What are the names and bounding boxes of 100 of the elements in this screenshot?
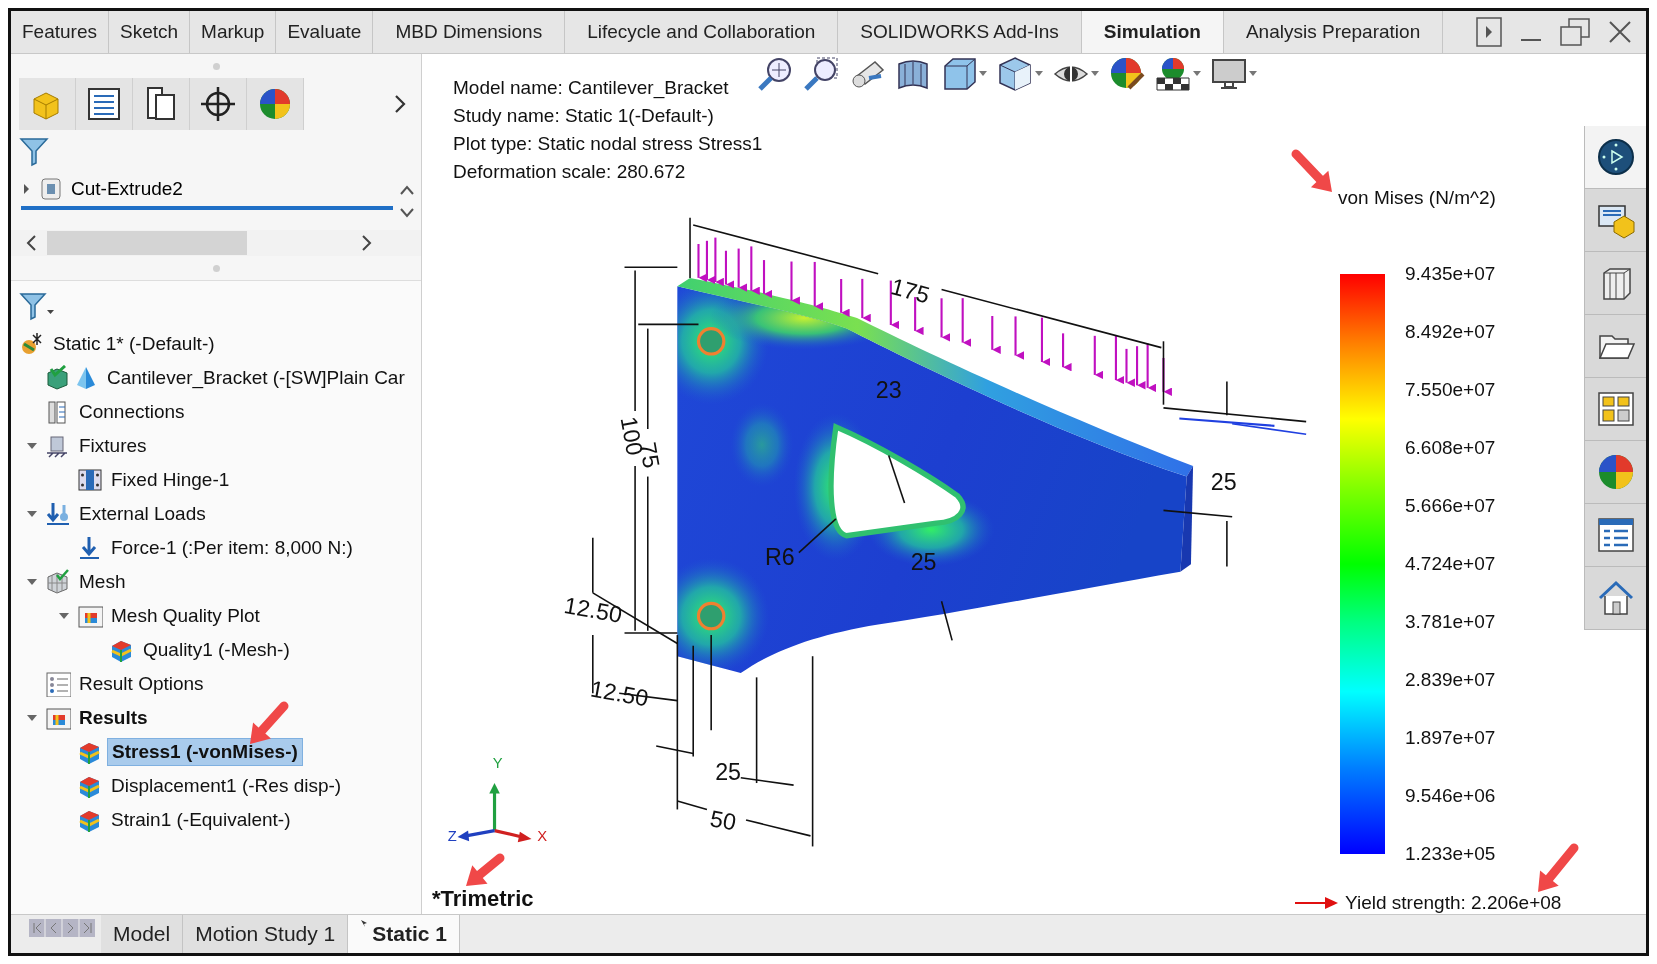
view-palette-icon	[1595, 389, 1636, 429]
scene-icon[interactable]	[1155, 56, 1191, 92]
dimension-label[interactable]: 25	[1210, 469, 1237, 496]
view-orientation-label: *Trimetric	[432, 886, 534, 912]
panel-tab[interactable]	[190, 78, 247, 130]
axis-label: Y	[492, 754, 503, 771]
scroll-right-icon[interactable]	[361, 234, 373, 252]
scrollbar-thumb[interactable]	[47, 231, 247, 255]
filter-icon[interactable]	[19, 135, 49, 167]
axis-label: X	[537, 827, 547, 844]
tree-item[interactable]: Fixtures	[75, 433, 151, 459]
scroll-up-icon[interactable]	[399, 183, 415, 196]
tree-item[interactable]: Fixed Hinge-1	[107, 467, 234, 493]
display-style-icon[interactable]	[997, 56, 1033, 92]
feature-label[interactable]: Cut-Extrude2	[71, 178, 183, 200]
dropdown-caret-icon[interactable]	[1193, 71, 1201, 77]
panel-tab[interactable]	[76, 78, 133, 130]
tree-item[interactable]: Strain1 (-Equivalent-)	[107, 807, 295, 833]
tree-item[interactable]: Static 1* (-Default-)	[49, 331, 219, 357]
task-pane-tab[interactable]	[1584, 504, 1646, 567]
axis-label: Z	[447, 827, 457, 844]
legend-value: 1.233e+05	[1405, 842, 1496, 866]
plot-info-text: Model name: Cantilever_Bracket	[453, 76, 730, 101]
restore-icon[interactable]	[1560, 18, 1590, 46]
list-icon	[85, 85, 123, 123]
hinge-icon	[77, 467, 103, 493]
tree-item[interactable]: Connections	[75, 399, 189, 425]
load-icon	[45, 501, 71, 527]
axis-triad-icon[interactable]	[457, 783, 532, 843]
close-icon[interactable]	[1608, 20, 1632, 44]
legend-value: 7.550e+07	[1405, 378, 1496, 402]
legend-value: 4.724e+07	[1405, 552, 1496, 576]
crosshair-icon	[199, 85, 237, 123]
tree-item[interactable]: Stress1 (-vonMises-)	[107, 738, 303, 766]
extrude-feature-icon	[39, 176, 63, 202]
task-pane-tab[interactable]	[1584, 315, 1646, 378]
tree-item[interactable]: Results	[75, 705, 152, 731]
annotation-arrow	[250, 701, 289, 744]
legend-value: 6.608e+07	[1405, 436, 1496, 460]
annotation-arrow	[466, 853, 505, 886]
edit-appearance-icon[interactable]	[1109, 56, 1145, 92]
legend-value: 9.435e+07	[1405, 262, 1496, 286]
tree-item[interactable]: Force-1 (:Per item: 8,000 N:)	[107, 535, 357, 561]
legend-value: 9.546e+06	[1405, 784, 1496, 808]
options-list-icon	[45, 671, 71, 697]
dropdown-caret-icon[interactable]	[1035, 71, 1043, 77]
legend-value: 1.897e+07	[1405, 726, 1496, 750]
monitor-icon[interactable]	[1211, 56, 1247, 92]
view-orientation-icon[interactable]	[941, 56, 977, 92]
panel-tab[interactable]	[133, 78, 190, 130]
plot-folder-icon	[77, 603, 103, 629]
legend-value: 5.666e+07	[1405, 494, 1496, 518]
plot-info-text: Study name: Static 1(-Default-)	[453, 104, 715, 128]
yield-marker-arrow-icon	[1295, 895, 1339, 911]
legend-value: 3.781e+07	[1405, 610, 1496, 634]
chevron-right-icon[interactable]	[393, 93, 407, 115]
dimension-label[interactable]: 25	[715, 758, 741, 785]
tree-item[interactable]: Cantilever_Bracket (-[SW]Plain Car	[103, 365, 409, 391]
legend-value: 8.492e+07	[1405, 320, 1496, 344]
dropdown-caret-icon[interactable]	[1091, 71, 1099, 77]
task-pane-tab[interactable]	[1584, 567, 1646, 630]
legend-value: 2.839e+07	[1405, 668, 1496, 692]
annotation-arrow	[1538, 843, 1579, 892]
expand-icon[interactable]	[21, 183, 31, 195]
annotation-arrow	[1291, 149, 1332, 192]
panel-toggle-icon[interactable]	[1476, 17, 1502, 47]
globe-icon	[1595, 137, 1636, 177]
task-pane-tab[interactable]	[1584, 126, 1646, 189]
tree-item[interactable]: Mesh	[75, 569, 130, 595]
dimension-label[interactable]: 175	[888, 273, 933, 309]
plot-info-text: Deformation scale: 280.672	[453, 160, 687, 184]
zoom-area-icon[interactable]	[803, 56, 839, 92]
study-tab[interactable]: Model	[101, 915, 184, 953]
dimension-label[interactable]: 50	[708, 805, 739, 836]
yield-strength-label: Yield strength: 2.206e+08	[1345, 892, 1562, 914]
tree-item[interactable]: Displacement1 (-Res disp-)	[107, 773, 346, 799]
plot-info-text: Plot type: Static nodal stress Stress1	[453, 132, 763, 156]
tree-item[interactable]: Result Options	[75, 671, 208, 697]
mesh-icon	[45, 569, 71, 595]
splitter-handle[interactable]	[212, 62, 220, 70]
dimension-label[interactable]: 12.50	[588, 675, 651, 712]
scroll-down-icon[interactable]	[399, 206, 415, 219]
dropdown-caret-icon[interactable]	[1249, 71, 1257, 77]
filter-dropdown-icon[interactable]	[19, 290, 55, 322]
study-tab[interactable]: Motion Study 1	[183, 915, 349, 953]
legend-title: von Mises (N/m^2)	[1338, 187, 1496, 209]
tree-item[interactable]: External Loads	[75, 501, 210, 527]
tree-item[interactable]: Quality1 (-Mesh-)	[139, 637, 294, 663]
zoom-to-fit-icon[interactable]	[757, 56, 793, 92]
part-body-icon	[45, 365, 71, 391]
task-pane-tab[interactable]	[1584, 378, 1646, 441]
scroll-left-icon[interactable]	[25, 234, 37, 252]
tree-item[interactable]: Mesh Quality Plot	[107, 603, 264, 629]
study-tab[interactable]: Static 1	[348, 915, 460, 953]
dropdown-caret-icon[interactable]	[979, 71, 987, 77]
splitter-handle[interactable]	[212, 264, 220, 272]
ribbon-tab[interactable]: Simulation	[1081, 11, 1224, 53]
tab-scroll-buttons-icon[interactable]	[29, 919, 95, 937]
study-icon	[19, 331, 45, 357]
dimension-label[interactable]: 12.50	[562, 592, 624, 628]
